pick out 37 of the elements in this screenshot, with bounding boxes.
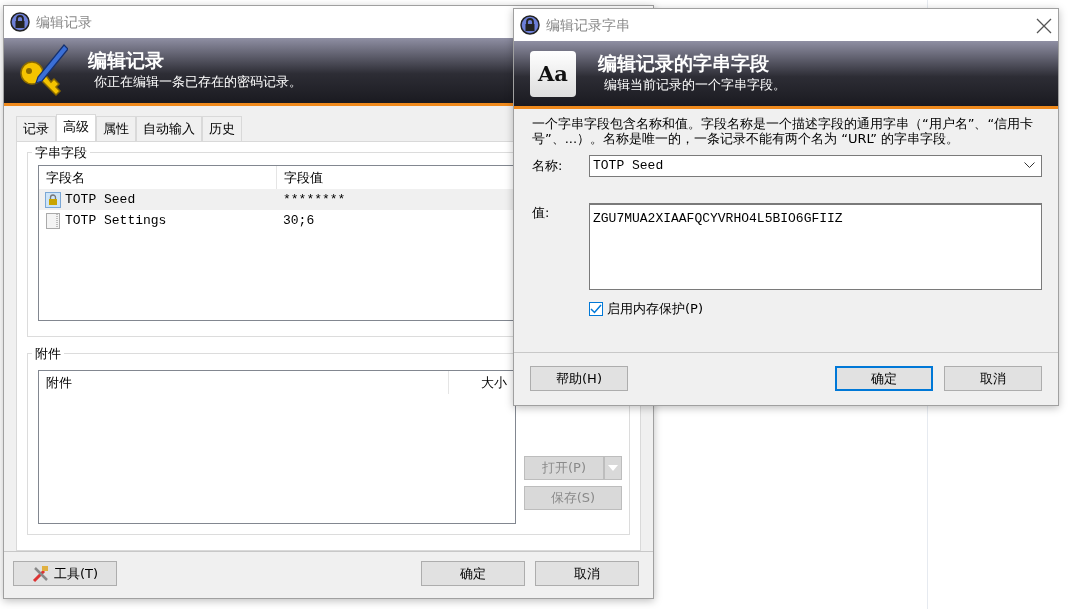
value-text-area[interactable]: ZGU7MUA2XIAAFQCYVRHO4L5BIO6GFIIZ — [589, 202, 1042, 290]
field-label: 值: — [532, 203, 551, 222]
table-cell-text: TOTP Seed — [65, 190, 136, 209]
checkbox[interactable] — [589, 301, 603, 316]
dialog-button[interactable]: 确定 — [835, 366, 933, 391]
lock-icon — [520, 15, 540, 35]
close-icon[interactable] — [1036, 17, 1052, 34]
tab[interactable]: 自动输入 — [136, 116, 202, 141]
ok-button[interactable]: 确定 — [421, 561, 525, 586]
tools-icon — [31, 564, 50, 583]
tools-button[interactable]: 工具(T) — [13, 561, 117, 586]
chevron-down-icon — [1024, 162, 1035, 170]
tab[interactable]: 属性 — [96, 116, 136, 141]
table-cell-text: ******** — [282, 190, 346, 209]
dialog-button[interactable]: 取消 — [944, 366, 1042, 391]
name-combo-box[interactable]: TOTP Seed — [589, 154, 1042, 177]
lock-icon — [10, 12, 30, 32]
column-header[interactable]: 附件 — [39, 370, 449, 394]
tab[interactable]: 高级 — [56, 114, 96, 141]
key-pencil-icon — [18, 42, 68, 99]
banner-subtitle: 你正在编辑一条已存在的密码记录。 — [93, 73, 302, 92]
dialog-button[interactable]: 帮助(H) — [530, 366, 628, 391]
tab[interactable]: 历史 — [202, 116, 242, 141]
window-title: 编辑记录 — [36, 12, 92, 32]
table-cell-text: TOTP Settings — [65, 211, 167, 230]
table-cell-text: 30;6 — [282, 211, 315, 230]
banner-subtitle: 编辑当前记录的一个字串字段。 — [603, 76, 786, 95]
window-title: 编辑记录字串 — [546, 15, 630, 35]
checkbox-label[interactable]: 启用内存保护(P) — [607, 298, 703, 319]
banner-title: 编辑记录的字串字段 — [598, 52, 770, 76]
banner-title: 编辑记录 — [88, 49, 165, 73]
caret-icon — [608, 465, 618, 472]
field-label: 名称: — [532, 157, 564, 176]
description-text: 一个字串字段包含名称和值。字段名称是一个描述字段的通用字串（“用户名”、“信用卡号”、...）。名称是唯一的，一条记录不能有两个名为 “URL” 的字串字段。 — [532, 117, 1035, 147]
cancel-button[interactable]: 取消 — [535, 561, 639, 586]
app-logo: Aa — [530, 50, 576, 97]
tab[interactable]: 记录 — [16, 116, 56, 141]
